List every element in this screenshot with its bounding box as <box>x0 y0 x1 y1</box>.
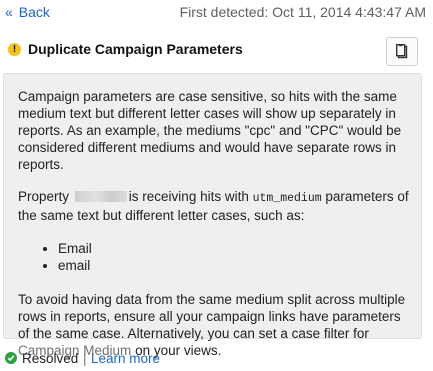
description-paragraph-1: Campaign parameters are case sensitive, … <box>18 89 402 172</box>
description-paragraph-2: Property is receiving hits with utm_medi… <box>18 188 410 224</box>
property-prefix: Property <box>18 189 70 204</box>
issue-footer: Resolved | Learn more <box>0 345 433 371</box>
property-middle: is receiving hits with <box>128 189 249 204</box>
top-bar: « Back First detected: Oct 11, 2014 4:43:… <box>0 0 433 28</box>
issue-details-panel: Campaign parameters are case sensitive, … <box>3 73 422 358</box>
learn-more-link[interactable]: Learn more <box>91 351 160 366</box>
issue-header: ! Duplicate Campaign Parameters <box>0 33 433 71</box>
list-item: email <box>58 257 410 274</box>
issue-title: Duplicate Campaign Parameters <box>28 41 243 57</box>
clipboard-icon <box>396 44 408 59</box>
utm-medium-code: utm_medium <box>252 192 322 205</box>
redacted-property-id <box>74 191 127 202</box>
copy-button[interactable] <box>386 37 418 66</box>
check-circle-icon <box>5 352 17 364</box>
first-detected-text: First detected: Oct 11, 2014 4:43:47 AM <box>179 4 426 20</box>
resolved-status: Resolved <box>22 351 79 366</box>
chevron-left-icon: « <box>5 4 13 20</box>
list-item: Email <box>58 240 410 257</box>
back-link[interactable]: « Back <box>5 4 50 20</box>
warning-icon: ! <box>8 43 21 56</box>
back-label: Back <box>18 4 50 20</box>
separator: | <box>83 351 87 366</box>
issue-description: Campaign parameters are case sensitive, … <box>18 88 410 359</box>
recommendation-text: To avoid having data from the same mediu… <box>18 292 406 341</box>
medium-variants-list: Email email <box>18 240 410 274</box>
